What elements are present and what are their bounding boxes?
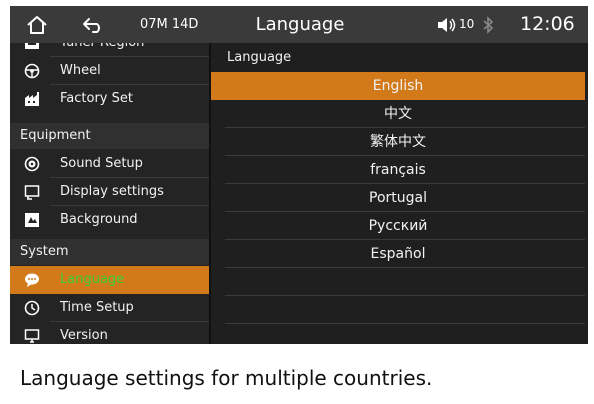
monitor-icon xyxy=(24,328,40,344)
sidebar-item-label: Time Setup xyxy=(60,300,134,315)
sidebar-item-sound-setup[interactable]: Sound Setup xyxy=(10,150,209,178)
top-bar: 07M 14D Language 10 12:06 xyxy=(10,6,588,43)
sidebar-item-label: Language xyxy=(60,272,125,287)
head-unit-screen: 07M 14D Language 10 12:06 Tuner Region W… xyxy=(10,6,588,344)
sidebar-item-background[interactable]: Background xyxy=(10,206,209,234)
language-option-french[interactable]: français xyxy=(211,156,585,184)
sidebar-item-label: Tuner Region xyxy=(60,43,144,57)
language-option-label: Español xyxy=(370,246,426,262)
sidebar-item-display-settings[interactable]: Display settings xyxy=(10,178,209,206)
sidebar-item-tuner-region[interactable]: Tuner Region xyxy=(10,43,209,57)
home-icon[interactable] xyxy=(22,6,52,43)
background-icon xyxy=(24,212,40,228)
sidebar-item-label: Version xyxy=(60,328,108,343)
language-option-label: français xyxy=(370,162,426,178)
language-option-label: 中文 xyxy=(384,106,412,122)
clock: 12:06 xyxy=(520,13,575,35)
sidebar-item-label: Background xyxy=(60,212,138,227)
sidebar-item-factory-set[interactable]: Factory Set xyxy=(10,85,209,113)
steering-wheel-icon xyxy=(24,63,40,79)
back-icon[interactable] xyxy=(78,6,108,43)
sidebar-item-label: Factory Set xyxy=(60,91,133,106)
clock-icon xyxy=(24,300,40,316)
sidebar-item-label: Display settings xyxy=(60,184,164,199)
section-label: Language xyxy=(227,50,292,65)
language-option-label: English xyxy=(372,78,424,94)
caption-text: Language settings for multiple countries… xyxy=(20,366,433,390)
sound-icon xyxy=(24,156,40,172)
settings-sidebar: Tuner Region Wheel Factory Set Equipment xyxy=(10,43,209,344)
language-list-empty-row xyxy=(211,324,585,344)
sidebar-item-language[interactable]: Language xyxy=(10,266,209,294)
language-option-spanish[interactable]: Español xyxy=(211,240,585,268)
group-header-label: Equipment xyxy=(20,128,91,143)
radio-icon xyxy=(24,43,40,51)
language-option-english[interactable]: English xyxy=(211,72,585,100)
date-text: 07M 14D xyxy=(140,17,199,32)
language-option-chinese-traditional[interactable]: 繁体中文 xyxy=(211,128,585,156)
language-option-label: 繁体中文 xyxy=(370,134,426,150)
language-option-label: Portugal xyxy=(369,190,427,206)
sidebar-item-version[interactable]: Version xyxy=(10,322,209,344)
language-option-russian[interactable]: Русский xyxy=(211,212,585,240)
volume-level: 10 xyxy=(459,17,475,31)
volume-icon[interactable] xyxy=(436,6,458,43)
language-icon xyxy=(24,272,40,288)
sidebar-item-label: Wheel xyxy=(60,63,101,78)
sidebar-item-label: Sound Setup xyxy=(60,156,143,171)
language-option-label: Русский xyxy=(368,218,428,234)
sidebar-group-header-equipment: Equipment xyxy=(10,123,209,149)
bluetooth-icon xyxy=(480,6,496,43)
language-list-empty-row xyxy=(211,296,585,324)
language-option-chinese-simplified[interactable]: 中文 xyxy=(211,100,585,128)
language-option-portuguese[interactable]: Portugal xyxy=(211,184,585,212)
group-header-label: System xyxy=(20,244,69,259)
sidebar-item-time-setup[interactable]: Time Setup xyxy=(10,294,209,322)
sidebar-item-wheel[interactable]: Wheel xyxy=(10,57,209,85)
factory-icon xyxy=(24,91,40,107)
sidebar-group-header-system: System xyxy=(10,239,209,265)
language-panel: Language English 中文 繁体中文 français Portug… xyxy=(211,43,588,344)
page-title: Language xyxy=(255,14,345,35)
display-icon xyxy=(24,184,40,200)
language-list-empty-row xyxy=(211,268,585,296)
